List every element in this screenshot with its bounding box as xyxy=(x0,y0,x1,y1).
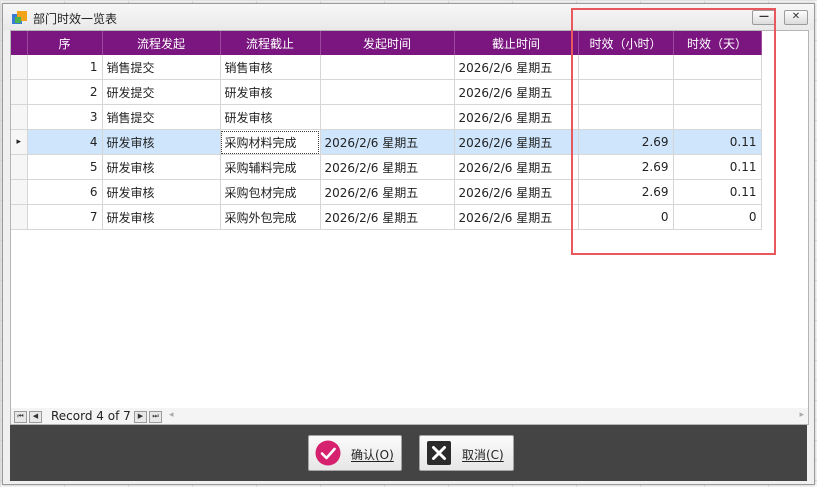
cell-end-time[interactable]: 2026/2/6 星期五 xyxy=(454,55,579,80)
window-title: 部门时效一览表 xyxy=(33,12,118,26)
cell-start-step[interactable]: 销售提交 xyxy=(102,104,221,130)
scroll-right-icon[interactable]: ▸ xyxy=(799,410,804,420)
cell-end-step[interactable]: 采购辅料完成 xyxy=(220,154,321,180)
cell-end-time[interactable]: 2026/2/6 星期五 xyxy=(454,179,579,205)
cell-days[interactable]: 0 xyxy=(673,204,762,230)
record-position-text: Record 4 of 7 xyxy=(51,409,131,423)
cell-end-time[interactable]: 2026/2/6 星期五 xyxy=(454,204,579,230)
table-row[interactable]: 6 研发审核 采购包材完成 2026/2/6 星期五 2026/2/6 星期五 … xyxy=(11,179,762,205)
check-circle-icon xyxy=(315,440,341,466)
first-record-icon[interactable]: ⏮ xyxy=(14,411,27,423)
cell-start-time[interactable] xyxy=(320,55,455,80)
table-row[interactable]: 1 销售提交 销售审核 2026/2/6 星期五 xyxy=(11,55,762,80)
header-row: 序 流程发起 流程截止 发起时间 截止时间 时效（小时） 时效（天） xyxy=(11,31,762,55)
row-indicator[interactable] xyxy=(11,154,28,180)
cancel-button[interactable]: 取消(C) xyxy=(419,435,514,471)
dialog-footer: 确认(O) 取消(C) xyxy=(10,425,807,481)
row-indicator[interactable] xyxy=(11,79,28,105)
column-header[interactable]: 时效（天） xyxy=(673,31,762,55)
cell-start-time[interactable] xyxy=(320,79,455,105)
scroll-left-icon[interactable]: ◂ xyxy=(169,410,174,420)
cell-hours[interactable]: 2.69 xyxy=(578,129,674,155)
cell-end-time[interactable]: 2026/2/6 星期五 xyxy=(454,129,579,155)
cell-seq[interactable]: 4 xyxy=(27,129,103,155)
row-indicator[interactable] xyxy=(11,104,28,130)
table-row[interactable]: 7 研发审核 采购外包完成 2026/2/6 星期五 2026/2/6 星期五 … xyxy=(11,204,762,230)
table-row[interactable]: 3 销售提交 研发审核 2026/2/6 星期五 xyxy=(11,104,762,130)
department-timeliness-dialog: 部门时效一览表 — ✕ 序 流程发起 流程截止 发起时间 截止时间 时效（小时）… xyxy=(2,3,815,485)
row-indicator[interactable] xyxy=(11,204,28,230)
minimize-button[interactable]: — xyxy=(752,10,776,25)
cell-end-step[interactable]: 研发审核 xyxy=(220,104,321,130)
cell-hours[interactable]: 2.69 xyxy=(578,154,674,180)
current-row-indicator-icon[interactable]: ▸ xyxy=(11,129,28,155)
cell-days[interactable]: 0.11 xyxy=(673,154,762,180)
cell-seq[interactable]: 6 xyxy=(27,179,103,205)
cell-end-time[interactable]: 2026/2/6 星期五 xyxy=(454,104,579,130)
cell-start-time[interactable]: 2026/2/6 星期五 xyxy=(320,154,455,180)
table-row[interactable]: 2 研发提交 研发审核 2026/2/6 星期五 xyxy=(11,79,762,105)
cell-start-step[interactable]: 研发审核 xyxy=(102,154,221,180)
cell-start-step[interactable]: 研发审核 xyxy=(102,204,221,230)
cell-start-time[interactable] xyxy=(320,104,455,130)
cell-start-step[interactable]: 销售提交 xyxy=(102,55,221,80)
close-button[interactable]: ✕ xyxy=(784,10,808,25)
cell-days[interactable] xyxy=(673,79,762,105)
timeliness-table: 序 流程发起 流程截止 发起时间 截止时间 时效（小时） 时效（天） 1 销售提… xyxy=(11,31,762,230)
column-header[interactable]: 发起时间 xyxy=(320,31,455,55)
table-row[interactable]: 5 研发审核 采购辅料完成 2026/2/6 星期五 2026/2/6 星期五 … xyxy=(11,154,762,180)
title-bar[interactable]: 部门时效一览表 — ✕ xyxy=(3,4,814,30)
cell-end-step[interactable]: 研发审核 xyxy=(220,79,321,105)
cell-hours[interactable]: 0 xyxy=(578,204,674,230)
cell-end-step[interactable]: 销售审核 xyxy=(220,55,321,80)
record-navigator: ⏮ ◀ Record 4 of 7 ▶ ⏭ ◂ ▸ xyxy=(10,408,809,425)
cell-hours[interactable] xyxy=(578,104,674,130)
next-record-icon[interactable]: ▶ xyxy=(134,411,147,423)
cell-end-time[interactable]: 2026/2/6 星期五 xyxy=(454,154,579,180)
column-header[interactable]: 截止时间 xyxy=(454,31,579,55)
cell-start-step[interactable]: 研发提交 xyxy=(102,79,221,105)
column-header[interactable]: 时效（小时） xyxy=(578,31,674,55)
prev-record-icon[interactable]: ◀ xyxy=(29,411,42,423)
row-indicator[interactable] xyxy=(11,179,28,205)
table-row-selected[interactable]: ▸ 4 研发审核 采购材料完成 2026/2/6 星期五 2026/2/6 星期… xyxy=(11,129,762,155)
cell-start-time[interactable]: 2026/2/6 星期五 xyxy=(320,179,455,205)
cell-end-step[interactable]: 采购包材完成 xyxy=(220,179,321,205)
data-grid: 序 流程发起 流程截止 发起时间 截止时间 时效（小时） 时效（天） 1 销售提… xyxy=(10,30,809,410)
cell-start-step[interactable]: 研发审核 xyxy=(102,179,221,205)
cell-days[interactable] xyxy=(673,55,762,80)
close-x-icon xyxy=(427,441,451,465)
confirm-label: 确认(O) xyxy=(351,448,394,462)
cell-hours[interactable] xyxy=(578,79,674,105)
cell-days[interactable]: 0.11 xyxy=(673,129,762,155)
cell-seq[interactable]: 2 xyxy=(27,79,103,105)
cell-start-time[interactable]: 2026/2/6 星期五 xyxy=(320,204,455,230)
cell-end-step-focused[interactable]: 采购材料完成 xyxy=(220,129,321,155)
confirm-button[interactable]: 确认(O) xyxy=(308,435,402,471)
row-indicator[interactable] xyxy=(11,55,28,80)
cell-end-step[interactable]: 采购外包完成 xyxy=(220,204,321,230)
column-header[interactable]: 流程截止 xyxy=(220,31,321,55)
cell-seq[interactable]: 7 xyxy=(27,204,103,230)
cell-start-step[interactable]: 研发审核 xyxy=(102,129,221,155)
cell-seq[interactable]: 1 xyxy=(27,55,103,80)
column-header[interactable]: 流程发起 xyxy=(102,31,221,55)
cancel-label: 取消(C) xyxy=(462,448,504,462)
cell-days[interactable] xyxy=(673,104,762,130)
cell-hours[interactable]: 2.69 xyxy=(578,179,674,205)
cell-end-time[interactable]: 2026/2/6 星期五 xyxy=(454,79,579,105)
cell-seq[interactable]: 5 xyxy=(27,154,103,180)
column-header[interactable]: 序 xyxy=(27,31,103,55)
cell-seq[interactable]: 3 xyxy=(27,104,103,130)
last-record-icon[interactable]: ⏭ xyxy=(149,411,162,423)
app-icon xyxy=(12,11,27,24)
cell-hours[interactable] xyxy=(578,55,674,80)
row-indicator-header xyxy=(11,31,28,55)
cell-days[interactable]: 0.11 xyxy=(673,179,762,205)
cell-start-time[interactable]: 2026/2/6 星期五 xyxy=(320,129,455,155)
